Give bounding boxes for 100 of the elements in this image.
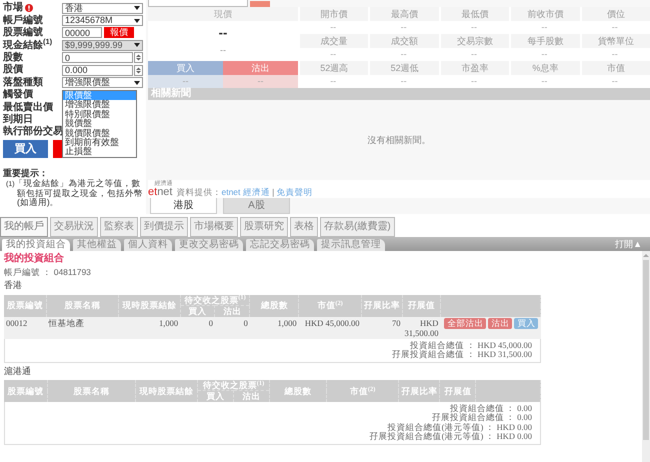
quote-button[interactable]: 報價 [104,27,134,38]
stat-label: 前收市價 [509,7,580,20]
scrollbar-thumb[interactable] [643,260,649,440]
caret-icon [134,43,140,48]
stat-value: -- [400,48,408,61]
field-label: 最低賣出價 [3,102,53,114]
sub-tab[interactable]: 其他權益 [73,239,121,251]
total-value: 孖展投資組合總值 ： 0.00 [430,413,532,423]
dropdown-option[interactable]: 增強限價盤 [63,100,136,110]
dropdown-option[interactable]: 競價盤 [63,119,136,129]
field-label: 市場 [3,2,23,14]
order-type-select[interactable]: 增強限價盤 [62,77,143,88]
market-tab[interactable]: A股 [223,198,290,214]
stat-label: 交易宗數 [438,34,510,48]
caret-icon [134,80,140,85]
stat-value: -- [400,21,408,34]
ask-header: 沽出 [223,61,298,74]
input-field[interactable]: 0 [62,52,133,64]
stat-value: -- [610,75,619,88]
buy-button[interactable]: 買入 [3,140,48,158]
table-cell: 70 [361,316,402,339]
scroll-up-icon[interactable] [643,253,649,258]
sub-tab[interactable]: 忘記交易密碼 [246,239,314,251]
stat-label: 最低價 [438,7,510,20]
stat-label: 市盈率 [438,61,510,74]
select-field[interactable]: 香港 [62,2,143,14]
field-label: 執行部份交易 [3,126,63,138]
market-tab[interactable]: 港股 [150,198,217,214]
stat-value: -- [540,21,548,34]
dropdown-option[interactable]: 限價盤 [63,91,136,100]
market-heading: 滬港通 [4,366,32,376]
bid-header: 買入 [148,61,223,74]
caret-icon [134,18,140,23]
total-value: 孖展投資組合總值(港元等值) ： HKD 0.00 [368,432,532,442]
dropdown-option[interactable]: 競價限價盤 [63,128,136,138]
sub-tab[interactable]: 更改交易密碼 [175,239,243,251]
nav-tab[interactable]: 監察表 [100,217,138,237]
nav-tab[interactable]: 市場概要 [190,217,238,237]
stat-label: 市值 [580,61,650,74]
nav-tab[interactable]: 股票研究 [240,217,288,237]
sub-tab[interactable]: 提示訊息管理 [317,239,385,251]
nav-tab[interactable]: 到價提示 [140,217,188,237]
stat-value: -- [470,48,478,61]
input-field[interactable]: 00000 [62,27,102,38]
notice-title: 重要提示： [3,168,49,179]
stat-label: 最高價 [368,7,439,20]
search-button[interactable] [250,1,270,7]
stat-value: -- [470,21,478,34]
price-change: -- [220,45,226,56]
caret-icon [134,6,140,10]
field-label: 帳戶編號 [3,14,43,26]
expand-toggle[interactable]: 打開▲ [607,238,650,250]
sell-button[interactable]: 沽出 [488,318,512,329]
nav-tab[interactable]: 表格 [290,217,318,237]
stat-label: %息率 [509,61,580,74]
dropdown-option[interactable]: 特別限價盤 [63,110,136,120]
disclaimer-link[interactable]: 免責聲明 [276,187,313,198]
empty-message: 沒有相關新聞。 [368,134,430,146]
stat-label: 每手股數 [509,34,580,48]
sell-button[interactable]: 全部沽出 [444,318,486,329]
dropdown-option[interactable]: 到期前有效盤 [63,138,136,148]
nav-tab[interactable]: 我的帳戶 [0,217,48,237]
input-field[interactable]: 0.000 [62,64,133,76]
table-cell: 0 [214,316,250,339]
source-text: 資料提供：etnet 經濟通 | 免責聲明 [176,188,313,198]
sub-tab[interactable]: 個人資料 [124,239,172,251]
stat-value: -- [329,48,338,61]
spinner-control[interactable] [134,64,143,76]
spinner-control[interactable] [134,52,143,64]
field-label: 現金結餘$^{(1)}$ [3,40,52,52]
stat-value: -- [329,75,338,88]
market-heading: 香港 [4,280,23,291]
total-value: 孖展投資組合總值 ： HKD 31,500.00 [391,350,532,360]
nav-tab[interactable]: 交易狀況 [50,217,98,237]
table-cell: HKD 31,500.00 [402,316,440,339]
section-title: 我的投資組合 [4,253,65,264]
table-cell: 1,000 [118,316,180,339]
dropdown-option[interactable]: 止損盤 [63,147,136,157]
nav-tab[interactable]: 存款易(繳費靈) [320,217,395,237]
table-cell: HKD 45,000.00 [298,316,362,339]
total-value: 投資組合總值(港元等值) ： HKD 0.00 [386,422,532,432]
price-header: 現價 [148,7,298,20]
field-label: 落盤種類 [3,76,43,88]
source-link[interactable]: etnet 經濟通 [221,187,270,198]
stat-label: 52週低 [368,61,439,74]
buy-button[interactable]: 買入 [514,318,538,329]
stat-value: -- [470,75,478,88]
bid-price: -- [148,74,223,88]
stat-label: 貨幣單位 [580,34,650,48]
stat-label: 52週高 [298,61,368,74]
field-label: 觸發價 [3,89,33,101]
current-price: -- [218,26,228,42]
select-field: $9,999,999.99 [62,40,143,51]
ask-price: -- [223,74,298,88]
stat-value: -- [610,21,619,34]
stat-label: 開市價 [298,7,368,20]
stat-label: 成交額 [368,34,439,48]
sub-tab[interactable]: 我的投資組合 [2,239,70,251]
stat-value: -- [540,75,548,88]
select-field[interactable]: 12345678M [62,15,143,26]
